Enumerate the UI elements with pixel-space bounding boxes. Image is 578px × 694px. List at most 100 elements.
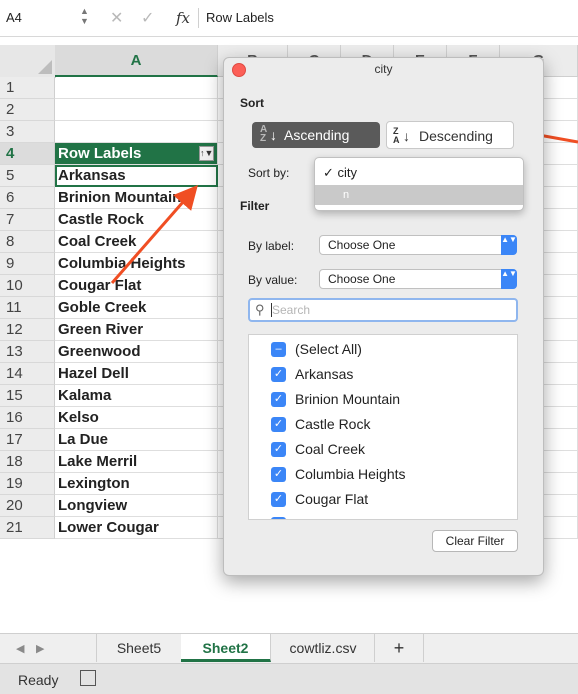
checkbox-icon[interactable]: –: [271, 342, 286, 357]
function-icon[interactable]: fx: [176, 9, 190, 27]
checkbox-icon[interactable]: ✓: [271, 442, 286, 457]
filter-item-label: Arkansas: [295, 366, 354, 382]
confirm-icon[interactable]: ✓: [141, 8, 154, 28]
table-row[interactable]: Castle Rock: [55, 209, 218, 231]
checkbox-icon[interactable]: ✓: [271, 517, 286, 519]
column-header-a[interactable]: A: [55, 45, 218, 77]
cell-text: Greenwood: [58, 343, 141, 360]
row-header[interactable]: 9: [0, 253, 55, 275]
table-row[interactable]: Brinion Mountain: [55, 187, 218, 209]
table-row[interactable]: Kalama: [55, 385, 218, 407]
search-input[interactable]: ⚲ Search: [248, 298, 518, 322]
sort-down-arrow-icon: ↓: [270, 127, 277, 143]
cell-text: Longview: [58, 497, 128, 514]
name-box[interactable]: A4: [6, 10, 22, 25]
row-header[interactable]: 13: [0, 341, 55, 363]
row-header[interactable]: 20: [0, 495, 55, 517]
by-value-select[interactable]: Choose One ▲▼: [319, 269, 517, 289]
row-header[interactable]: 3: [0, 121, 55, 143]
by-label-select[interactable]: Choose One ▲▼: [319, 235, 517, 255]
filter-list-item[interactable]: ✓ Goble Creek: [271, 512, 511, 519]
macro-record-icon[interactable]: [80, 670, 96, 686]
tab-sheet2[interactable]: Sheet2: [181, 634, 271, 662]
filter-list-item[interactable]: ✓ Coal Creek: [271, 437, 511, 462]
table-row[interactable]: Coal Creek: [55, 231, 218, 253]
row-header[interactable]: 16: [0, 407, 55, 429]
row-header[interactable]: 7: [0, 209, 55, 231]
row-header[interactable]: 2: [0, 99, 55, 121]
cell-text: Goble Creek: [58, 299, 147, 316]
row-header[interactable]: 1: [0, 77, 55, 99]
table-row[interactable]: Longview: [55, 495, 218, 517]
prev-sheet-icon[interactable]: ◀: [16, 642, 24, 655]
row-header[interactable]: 5: [0, 165, 55, 187]
table-row[interactable]: Columbia Heights: [55, 253, 218, 275]
dialog-title: city: [374, 62, 393, 76]
table-row[interactable]: [55, 77, 218, 99]
row-header[interactable]: 18: [0, 451, 55, 473]
select-all-corner[interactable]: [0, 45, 56, 78]
tab-cowtliz-csv[interactable]: cowtliz.csv: [272, 634, 375, 662]
sort-by-option-n[interactable]: n: [315, 185, 523, 205]
row-header[interactable]: 12: [0, 319, 55, 341]
table-row[interactable]: Lake Merril: [55, 451, 218, 473]
spinner-up-icon[interactable]: ▲: [80, 6, 89, 16]
table-row[interactable]: [55, 121, 218, 143]
table-row[interactable]: Lower Cougar: [55, 517, 218, 539]
cancel-icon[interactable]: ✕: [110, 8, 123, 28]
sheet-tab-bar: ◀ ▶ Sheet5 Sheet2 cowtliz.csv +: [0, 633, 578, 664]
sort-by-dropdown[interactable]: ✓ city n: [314, 157, 524, 211]
row-labels-header-cell[interactable]: Row Labels ↑▼: [55, 143, 218, 165]
clear-filter-button[interactable]: Clear Filter: [432, 530, 518, 552]
row-header[interactable]: 14: [0, 363, 55, 385]
filter-sort-dialog: city Sort AZ ↓ Ascending ZA ↓ Descending…: [223, 57, 544, 576]
filter-list-item[interactable]: ✓ Brinion Mountain: [271, 387, 511, 412]
table-row[interactable]: Greenwood: [55, 341, 218, 363]
sort-za-icon: ZA: [393, 126, 400, 145]
row-header[interactable]: 15: [0, 385, 55, 407]
row-header[interactable]: 11: [0, 297, 55, 319]
search-icon: ⚲: [255, 302, 265, 317]
row-header[interactable]: 19: [0, 473, 55, 495]
filter-list-item[interactable]: ✓ Castle Rock: [271, 412, 511, 437]
table-row[interactable]: Goble Creek: [55, 297, 218, 319]
ascending-button[interactable]: AZ ↓ Ascending: [252, 122, 380, 148]
table-row[interactable]: [55, 99, 218, 121]
sort-by-option-city[interactable]: ✓ city: [315, 162, 523, 184]
table-row[interactable]: Kelso: [55, 407, 218, 429]
table-row[interactable]: Cougar Flat: [55, 275, 218, 297]
table-row[interactable]: Lexington: [55, 473, 218, 495]
next-sheet-icon[interactable]: ▶: [36, 642, 44, 655]
cell-text: Brinion Mountain: [58, 189, 182, 206]
checkbox-icon[interactable]: ✓: [271, 392, 286, 407]
filter-dropdown-icon[interactable]: ↑▼: [199, 146, 214, 161]
table-row[interactable]: La Due: [55, 429, 218, 451]
checkbox-icon[interactable]: ✓: [271, 492, 286, 507]
formula-bar: A4 ▲ ▼ ✕ ✓ fx Row Labels: [0, 0, 578, 37]
spinner-down-icon[interactable]: ▼: [80, 16, 89, 26]
filter-value-list[interactable]: – (Select All) ✓ Arkansas ✓ Brinion Mountain ✓…: [248, 334, 518, 520]
checkbox-icon[interactable]: ✓: [271, 467, 286, 482]
row-header[interactable]: 21: [0, 517, 55, 539]
name-box-spinner[interactable]: ▲ ▼: [80, 6, 89, 26]
row-header[interactable]: 4: [0, 143, 55, 165]
row-header[interactable]: 6: [0, 187, 55, 209]
filter-list-item[interactable]: ✓ Cougar Flat: [271, 487, 511, 512]
descending-button[interactable]: ZA ↓ Descending: [386, 121, 514, 149]
row-header[interactable]: 17: [0, 429, 55, 451]
filter-list-item[interactable]: ✓ Arkansas: [271, 362, 511, 387]
table-row[interactable]: Hazel Dell: [55, 363, 218, 385]
filter-list-item[interactable]: – (Select All): [271, 337, 511, 362]
formula-input[interactable]: Row Labels: [206, 10, 274, 25]
row-header[interactable]: 8: [0, 231, 55, 253]
filter-list-item[interactable]: ✓ Columbia Heights: [271, 462, 511, 487]
row-header[interactable]: 10: [0, 275, 55, 297]
table-row[interactable]: Green River: [55, 319, 218, 341]
tab-sheet5[interactable]: Sheet5: [96, 634, 182, 662]
checkbox-icon[interactable]: ✓: [271, 417, 286, 432]
ascending-label: Ascending: [284, 127, 350, 143]
add-sheet-button[interactable]: +: [375, 634, 424, 662]
cell-text: Cougar Flat: [58, 277, 142, 294]
filter-heading: Filter: [240, 199, 270, 213]
checkbox-icon[interactable]: ✓: [271, 367, 286, 382]
